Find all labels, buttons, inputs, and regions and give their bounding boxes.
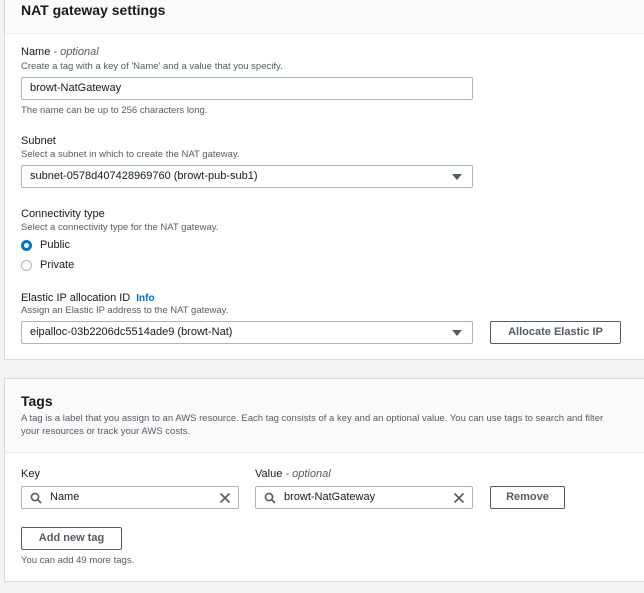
tag-key-input[interactable]: Name bbox=[21, 486, 239, 509]
eip-select[interactable]: eipalloc-03b2206dc5514ade9 (browt-Nat) bbox=[21, 321, 473, 344]
tags-title: Tags bbox=[21, 393, 53, 409]
name-input[interactable]: browt-NatGateway bbox=[21, 77, 473, 100]
radio-public[interactable] bbox=[21, 240, 32, 251]
subnet-label: Subnet bbox=[21, 135, 56, 147]
clear-icon[interactable] bbox=[219, 492, 231, 504]
subnet-select[interactable]: subnet-0578d407428969760 (browt-pub-sub1… bbox=[21, 165, 473, 188]
tags-description-line2: your resources or track your AWS costs. bbox=[21, 426, 191, 437]
radio-private[interactable] bbox=[21, 260, 32, 271]
allocate-elastic-ip-button[interactable]: Allocate Elastic IP bbox=[490, 321, 621, 344]
search-icon bbox=[30, 492, 42, 504]
nat-gateway-settings-panel: NAT gateway settings Name - optional Cre… bbox=[4, 0, 644, 360]
radio-public-label[interactable]: Public bbox=[40, 239, 70, 251]
eip-label: Elastic IP allocation ID Info bbox=[21, 292, 155, 304]
eip-description: Assign an Elastic IP address to the NAT … bbox=[21, 305, 229, 316]
tags-header: Tags A tag is a label that you assign to… bbox=[5, 379, 644, 453]
caret-down-icon bbox=[452, 330, 462, 336]
remove-tag-button[interactable]: Remove bbox=[490, 486, 565, 509]
name-optional-label: - optional bbox=[53, 46, 99, 58]
caret-down-icon bbox=[452, 174, 462, 180]
tag-value-label: Value - optional bbox=[255, 468, 331, 480]
subnet-description: Select a subnet in which to create the N… bbox=[21, 149, 240, 160]
name-label: Name - optional bbox=[21, 46, 99, 58]
nat-settings-header: NAT gateway settings bbox=[5, 0, 644, 34]
search-icon bbox=[264, 492, 276, 504]
connectivity-description: Select a connectivity type for the NAT g… bbox=[21, 222, 219, 233]
eip-select-value: eipalloc-03b2206dc5514ade9 (browt-Nat) bbox=[30, 326, 233, 338]
clear-icon[interactable] bbox=[453, 492, 465, 504]
add-new-tag-button[interactable]: Add new tag bbox=[21, 527, 122, 550]
tag-limit-text: You can add 49 more tags. bbox=[21, 555, 135, 566]
subnet-select-value: subnet-0578d407428969760 (browt-pub-sub1… bbox=[30, 170, 258, 182]
tag-key-label: Key bbox=[21, 468, 40, 480]
tag-value-input[interactable]: browt-NatGateway bbox=[255, 486, 473, 509]
tags-panel: Tags A tag is a label that you assign to… bbox=[4, 378, 644, 582]
tags-description-line1: A tag is a label that you assign to an A… bbox=[21, 413, 604, 424]
eip-info-link[interactable]: Info bbox=[136, 293, 154, 304]
nat-settings-title: NAT gateway settings bbox=[21, 2, 166, 18]
connectivity-label: Connectivity type bbox=[21, 208, 105, 220]
tag-value-optional-label: - optional bbox=[285, 468, 331, 480]
name-hint: The name can be up to 256 characters lon… bbox=[21, 105, 208, 116]
tag-value-value: browt-NatGateway bbox=[284, 491, 376, 503]
tag-key-value: Name bbox=[50, 491, 80, 503]
radio-private-label[interactable]: Private bbox=[40, 259, 74, 271]
name-description: Create a tag with a key of 'Name' and a … bbox=[21, 61, 283, 72]
